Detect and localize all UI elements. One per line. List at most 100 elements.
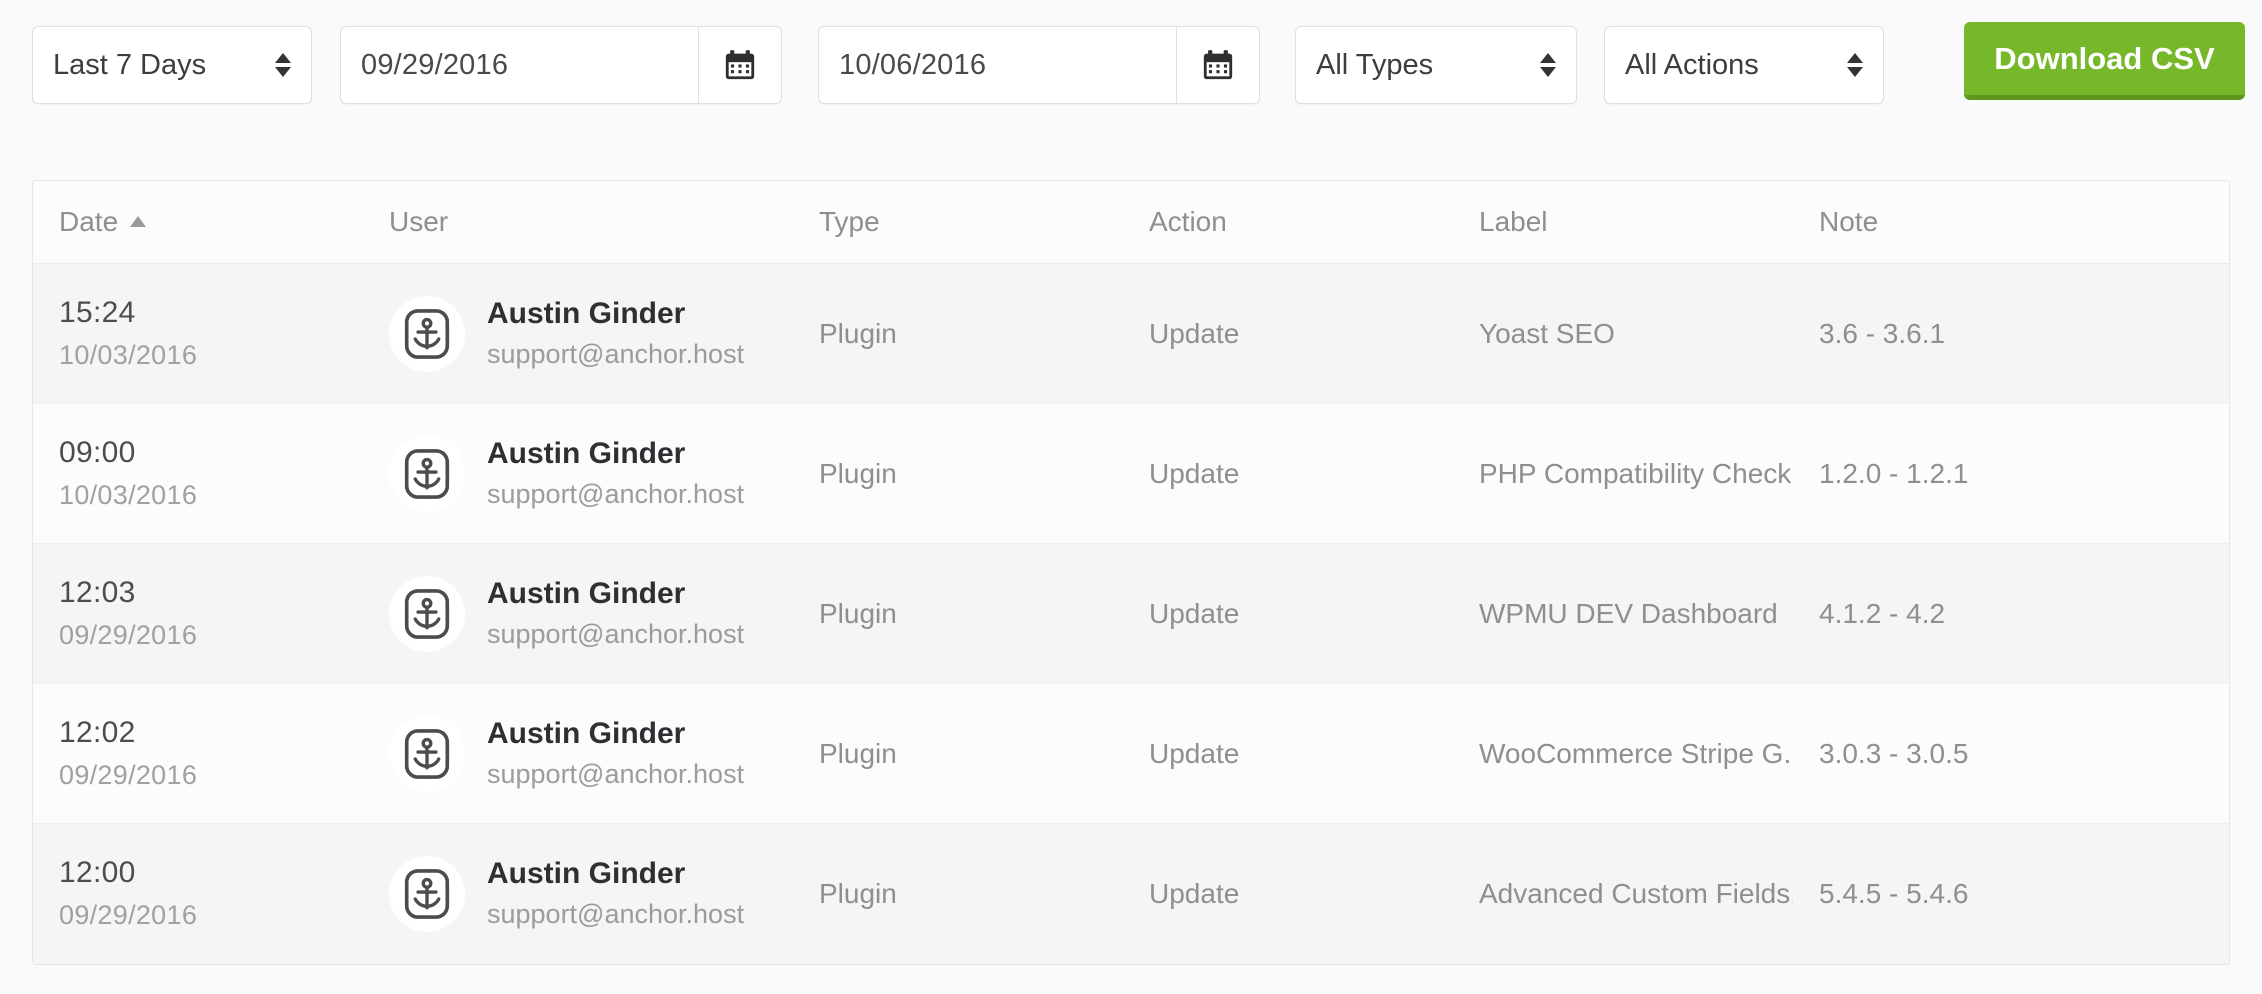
table-row[interactable]: 12:02 09/29/2016 Austin Ginder support@a… [33,683,2229,824]
row-time: 12:03 [59,576,136,609]
cell-note: 4.1.2 - 4.2 [1793,543,2229,684]
user-name: Austin Ginder [487,577,686,610]
date-range-select-value: Last 7 Days [53,50,207,80]
row-time: 15:24 [59,296,136,329]
action-filter-value: All Actions [1625,50,1759,80]
user-name: Austin Ginder [487,857,686,891]
activity-log-panel: Date User Type Action Label Note 15:24 1… [32,180,2230,965]
label-text: WPMU DEV Dashboard [1479,597,1778,629]
cell-note: 3.0.3 - 3.0.5 [1793,683,2229,824]
cell-date: 12:03 09/29/2016 [33,543,363,684]
user-email: support@anchor.host [487,339,745,369]
cell-action: Update [1123,683,1453,824]
user-email: support@anchor.host [487,899,745,930]
chevron-updown-icon [275,53,311,77]
table-header-row: Date User Type Action Label Note [33,181,2229,264]
table-header: Date User Type Action Label Note [33,181,2229,264]
column-header-date-label: Date [59,206,119,237]
column-header-user[interactable]: User [363,181,793,264]
cell-date: 15:24 10/03/2016 [33,263,363,404]
cell-type: Plugin [793,683,1123,824]
label-text: PHP Compatibility Check... [1479,457,1793,489]
user-email: support@anchor.host [487,619,745,649]
cell-type: Plugin [793,543,1123,684]
avatar [389,295,465,372]
anchor-icon [404,308,450,359]
avatar [389,435,465,512]
table-row[interactable]: 15:24 10/03/2016 Austin Ginder support@a… [33,263,2229,404]
date-to-field[interactable]: 10/06/2016 [818,26,1260,104]
anchor-icon [404,588,450,639]
label-text: Yoast SEO [1479,317,1615,349]
label-text: WooCommerce Stripe G... [1479,737,1793,769]
row-date: 09/29/2016 [59,900,198,931]
anchor-icon [404,728,450,779]
cell-action: Update [1123,403,1453,544]
filter-toolbar: Last 7 Days 09/29/2016 10/06/2016 All Ty… [0,0,2262,140]
date-from-field[interactable]: 09/29/2016 [340,26,782,104]
cell-label: Yoast SEO [1453,263,1793,404]
cell-action: Update [1123,543,1453,684]
chevron-updown-icon [1847,53,1883,77]
cell-note: 3.6 - 3.6.1 [1793,263,2229,404]
cell-user: Austin Ginder support@anchor.host [363,543,793,684]
row-time: 12:00 [59,856,136,890]
cell-user: Austin Ginder support@anchor.host [363,683,793,824]
cell-action: Update [1149,877,1240,909]
cell-type: Plugin [793,263,1123,404]
download-csv-button[interactable]: Download CSV [1964,22,2245,100]
column-header-type[interactable]: Type [793,181,1123,264]
cell-label: WPMU DEV Dashboard [1453,543,1793,684]
user-name: Austin Ginder [487,297,686,330]
cell-label: PHP Compatibility Check... [1453,403,1793,544]
cell-user: Austin Ginder support@anchor.host [363,824,793,964]
cell-date: 09:00 10/03/2016 [33,403,363,544]
row-date: 10/03/2016 [59,340,198,370]
date-to-calendar-button[interactable] [1176,27,1259,103]
type-filter-value: All Types [1316,50,1434,80]
user-email: support@anchor.host [487,479,745,509]
column-header-date[interactable]: Date [33,181,363,264]
row-time: 12:02 [59,716,136,749]
column-header-label[interactable]: Label [1453,181,1793,264]
date-range-select[interactable]: Last 7 Days [32,26,312,104]
anchor-icon [404,868,450,919]
chevron-updown-icon [1540,53,1576,77]
sort-ascending-icon [130,216,147,227]
table-row[interactable]: 09:00 10/03/2016 Austin Ginder support@a… [33,403,2229,544]
activity-log-table: Date User Type Action Label Note 15:24 1… [33,181,2229,964]
column-header-action[interactable]: Action [1123,181,1453,264]
date-to-input[interactable]: 10/06/2016 [819,27,1176,103]
type-filter-select[interactable]: All Types [1295,26,1577,104]
avatar [389,855,465,932]
table-row[interactable]: 12:00 09/29/2016 Austin Ginder support@a… [33,823,2229,964]
user-name: Austin Ginder [487,717,686,750]
cell-date: 12:00 09/29/2016 [33,824,363,964]
cell-note: 1.2.0 - 1.2.1 [1793,403,2229,544]
date-from-calendar-button[interactable] [698,27,781,103]
cell-action: Update [1123,263,1453,404]
row-time: 09:00 [59,436,136,469]
row-date: 09/29/2016 [59,760,198,790]
user-name: Austin Ginder [487,437,686,470]
avatar [389,715,465,792]
cell-note: 5.4.5 - 5.4.6 [1819,877,1969,909]
cell-label: WooCommerce Stripe G... [1453,683,1793,824]
user-email: support@anchor.host [487,759,745,789]
cell-user: Austin Ginder support@anchor.host [363,403,793,544]
cell-date: 12:02 09/29/2016 [33,683,363,824]
row-date: 10/03/2016 [59,480,198,510]
column-header-note[interactable]: Note [1793,181,2229,264]
action-filter-select[interactable]: All Actions [1604,26,1884,104]
label-text: Advanced Custom Fields... [1479,877,1793,909]
row-date: 09/29/2016 [59,620,198,650]
anchor-icon [404,448,450,499]
cell-type: Plugin [793,403,1123,544]
date-from-input[interactable]: 09/29/2016 [341,27,698,103]
table-row[interactable]: 12:03 09/29/2016 Austin Ginder support@a… [33,543,2229,684]
cell-label: Advanced Custom Fields... [1453,824,1793,964]
table-body: 15:24 10/03/2016 Austin Ginder support@a… [33,263,2229,964]
cell-type: Plugin [819,877,897,909]
avatar [389,575,465,652]
cell-user: Austin Ginder support@anchor.host [363,263,793,404]
